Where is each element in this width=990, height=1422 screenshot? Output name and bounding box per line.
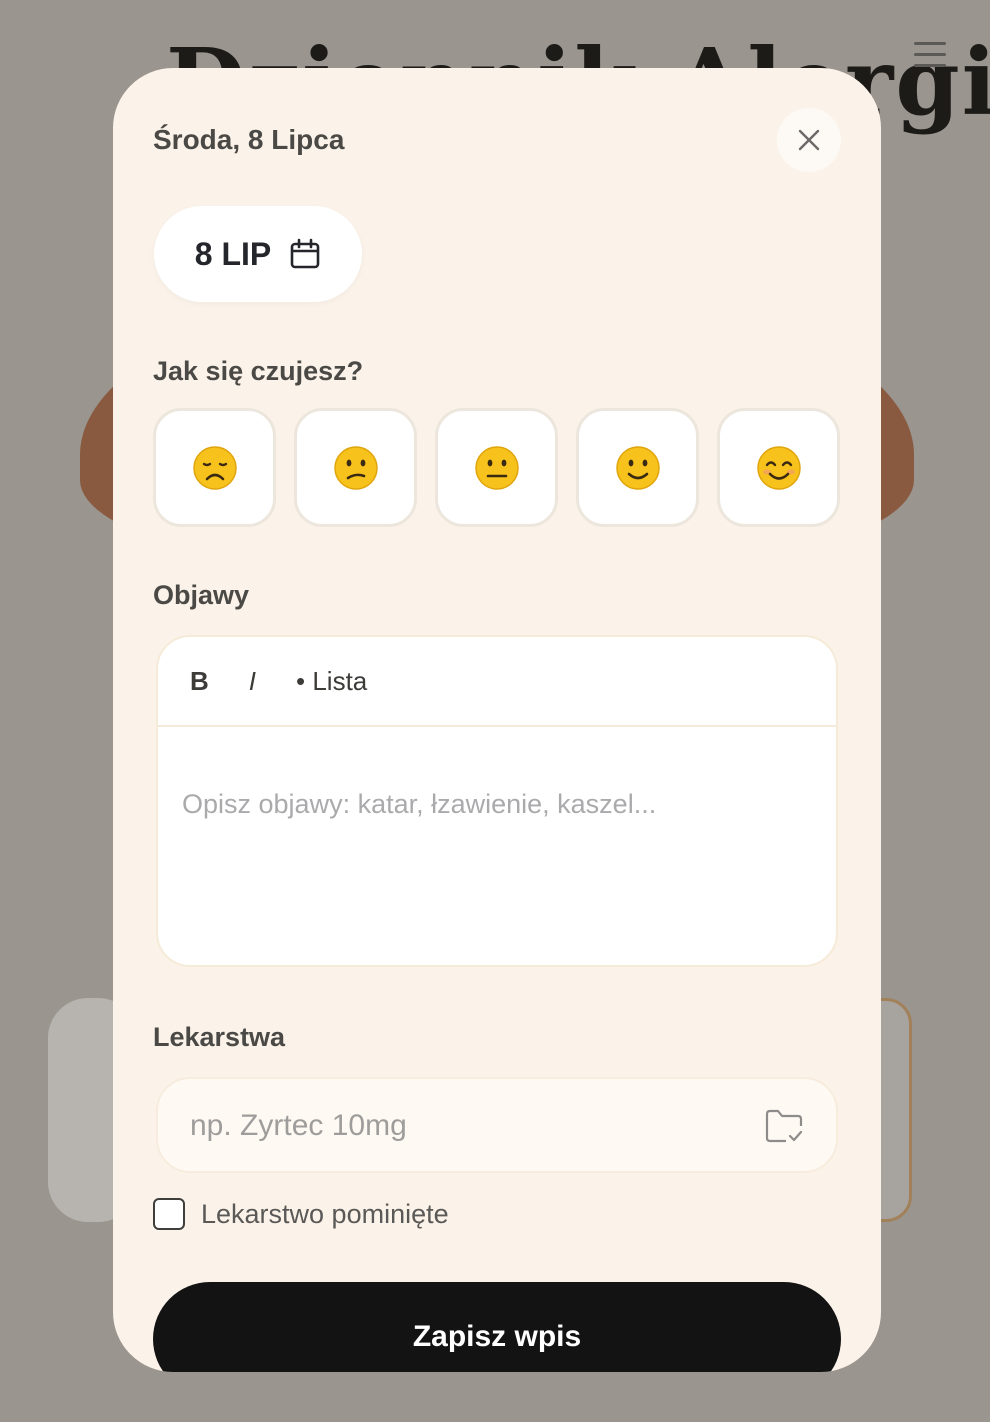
medicine-skipped-label[interactable]: Lekarstwo pominięte bbox=[201, 1199, 449, 1230]
neutral-face-icon bbox=[474, 445, 519, 490]
entry-modal: Środa, 8 Lipca 8 LIP Jak się czujesz? Ob… bbox=[113, 68, 881, 1372]
medicine-skipped-row: Lekarstwo pominięte bbox=[153, 1198, 449, 1230]
mood-selector bbox=[153, 408, 841, 528]
slightly-smiling-face-icon bbox=[615, 445, 660, 490]
modal-date-heading: Środa, 8 Lipca bbox=[153, 124, 345, 155]
list-button[interactable]: • Lista bbox=[296, 666, 367, 697]
folder-check-icon[interactable] bbox=[764, 1108, 804, 1144]
symptoms-label: Objawy bbox=[153, 580, 250, 610]
date-pill-label: 8 LIP bbox=[194, 235, 272, 272]
symptoms-editor[interactable]: B I • Lista Opisz objawy: katar, łzawien… bbox=[156, 635, 838, 967]
mood-option-3[interactable] bbox=[435, 408, 558, 527]
medicines-label: Lekarstwa bbox=[153, 1022, 286, 1052]
mood-label: Jak się czujesz? bbox=[153, 356, 364, 386]
mood-option-5[interactable] bbox=[717, 408, 840, 527]
editor-toolbar: B I • Lista bbox=[158, 637, 836, 727]
confused-face-icon bbox=[333, 445, 378, 490]
hamburger-icon[interactable] bbox=[914, 42, 946, 70]
date-picker-button[interactable]: 8 LIP bbox=[154, 206, 362, 302]
medicine-placeholder: np. Zyrtec 10mg bbox=[190, 1109, 407, 1142]
calendar-icon bbox=[290, 238, 320, 269]
bold-button[interactable]: B bbox=[190, 666, 209, 697]
smiling-face-icon bbox=[756, 445, 801, 490]
close-icon bbox=[798, 129, 820, 151]
symptoms-placeholder[interactable]: Opisz objawy: katar, łzawienie, kaszel..… bbox=[182, 789, 656, 820]
mood-option-2[interactable] bbox=[294, 408, 417, 527]
save-entry-button[interactable]: Zapisz wpis bbox=[153, 1282, 841, 1372]
close-button[interactable] bbox=[777, 108, 841, 172]
italic-button[interactable]: I bbox=[249, 666, 256, 697]
disappointed-face-icon bbox=[192, 445, 237, 490]
medicine-input[interactable]: np. Zyrtec 10mg bbox=[156, 1077, 838, 1173]
mood-option-4[interactable] bbox=[576, 408, 699, 527]
medicine-skipped-checkbox[interactable] bbox=[153, 1198, 185, 1230]
save-entry-label: Zapisz wpis bbox=[412, 1320, 582, 1353]
mood-option-1[interactable] bbox=[153, 408, 276, 527]
